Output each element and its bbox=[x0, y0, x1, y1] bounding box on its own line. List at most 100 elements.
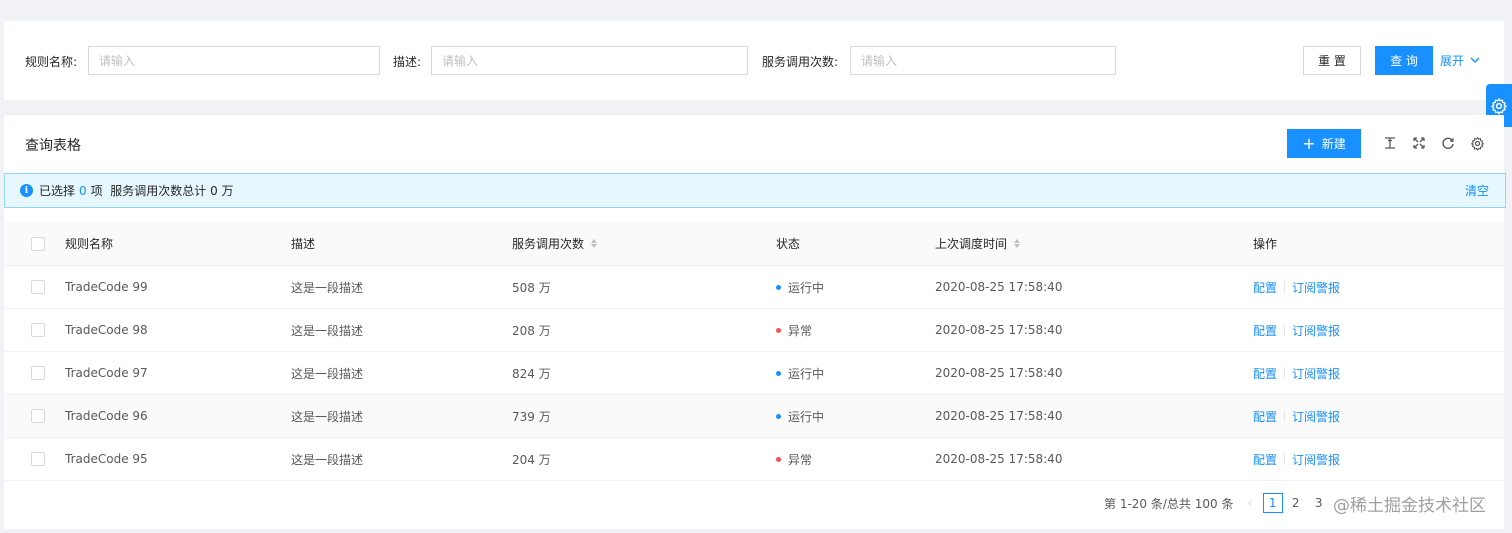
page-item-3[interactable]: 3 bbox=[1309, 493, 1329, 513]
table-row: TradeCode 96 这是一段描述 739 万 运行中 2020-08-25… bbox=[4, 395, 1504, 438]
chevron-left-icon[interactable]: ‹ bbox=[1247, 496, 1252, 511]
description-input[interactable] bbox=[431, 46, 748, 75]
search-form: 规则名称: 描述: 服务调用次数: 重 置 查 询 展开 bbox=[4, 21, 1504, 100]
actions-cell: 配置 订阅警报 bbox=[1253, 395, 1340, 437]
plus-icon: + bbox=[1302, 133, 1316, 153]
subscribe-alert-link[interactable]: 订阅警报 bbox=[1292, 451, 1340, 468]
last-schedule-cell: 2020-08-25 17:58:40 bbox=[935, 366, 1063, 380]
subscribe-alert-link[interactable]: 订阅警报 bbox=[1292, 408, 1340, 425]
table-row: TradeCode 99 这是一段描述 508 万 运行中 2020-08-25… bbox=[4, 266, 1504, 309]
column-setting-icon[interactable] bbox=[1469, 135, 1485, 151]
column-header-desc: 描述 bbox=[291, 237, 316, 251]
action-divider bbox=[1284, 324, 1286, 336]
table-row: TradeCode 97 这是一段描述 824 万 运行中 2020-08-25… bbox=[4, 352, 1504, 395]
reset-button[interactable]: 重 置 bbox=[1303, 46, 1361, 75]
status-cell: 异常 bbox=[776, 309, 812, 351]
new-button[interactable]: + 新建 bbox=[1287, 129, 1361, 158]
query-table-card: 查询表格 + 新建 i 已选择 0 项 服务调用次数总计 0 万 清空 规则名称… bbox=[4, 115, 1506, 529]
info-icon: i bbox=[20, 184, 33, 197]
pagination-total: 第 1-20 条/总共 100 条 bbox=[1104, 496, 1234, 511]
rule-name-cell: TradeCode 99 bbox=[65, 280, 148, 294]
alert-summary: 项 服务调用次数总计 0 万 bbox=[90, 184, 234, 198]
config-link[interactable]: 配置 bbox=[1253, 365, 1277, 382]
column-header-calls-label: 服务调用次数 bbox=[512, 237, 585, 251]
density-icon[interactable] bbox=[1382, 135, 1398, 151]
status-cell: 运行中 bbox=[776, 266, 824, 308]
rule-name-cell: TradeCode 97 bbox=[65, 366, 148, 380]
sort-icon[interactable] bbox=[1014, 239, 1021, 248]
status-text: 运行中 bbox=[788, 366, 825, 381]
action-divider bbox=[1284, 453, 1286, 465]
config-link[interactable]: 配置 bbox=[1253, 279, 1277, 296]
rule-name-cell: TradeCode 96 bbox=[65, 409, 148, 423]
call-count-cell: 824 万 bbox=[512, 366, 551, 381]
rule-name-label: 规则名称: bbox=[25, 55, 78, 69]
subscribe-alert-link[interactable]: 订阅警报 bbox=[1292, 322, 1340, 339]
last-schedule-cell: 2020-08-25 17:58:40 bbox=[935, 409, 1063, 423]
action-divider bbox=[1284, 367, 1286, 379]
column-header-time-label: 上次调度时间 bbox=[935, 237, 1008, 251]
selected-count: 0 bbox=[79, 183, 87, 198]
row-checkbox[interactable] bbox=[31, 366, 45, 380]
page-item-2[interactable]: 2 bbox=[1286, 493, 1306, 513]
config-link[interactable]: 配置 bbox=[1253, 322, 1277, 339]
actions-cell: 配置 订阅警报 bbox=[1253, 352, 1340, 394]
pagination: 第 1-20 条/总共 100 条 ‹ 1 2 3 bbox=[1104, 493, 1332, 513]
query-button[interactable]: 查 询 bbox=[1375, 46, 1433, 75]
last-schedule-cell: 2020-08-25 17:58:40 bbox=[935, 280, 1063, 294]
status-text: 运行中 bbox=[788, 280, 825, 295]
row-checkbox[interactable] bbox=[31, 323, 45, 337]
status-text: 异常 bbox=[788, 452, 813, 467]
status-dot bbox=[776, 327, 781, 333]
actions-cell: 配置 订阅警报 bbox=[1253, 438, 1340, 480]
status-cell: 运行中 bbox=[776, 352, 824, 394]
description-cell: 这是一段描述 bbox=[291, 280, 364, 295]
table-title: 查询表格 bbox=[25, 138, 81, 154]
status-cell: 异常 bbox=[776, 438, 812, 480]
column-header-status: 状态 bbox=[776, 237, 801, 251]
row-checkbox[interactable] bbox=[31, 409, 45, 423]
gear-icon bbox=[1491, 97, 1507, 115]
rule-name-cell: TradeCode 95 bbox=[65, 452, 148, 466]
actions-cell: 配置 订阅警报 bbox=[1253, 266, 1340, 308]
column-header-calls[interactable]: 服务调用次数 bbox=[512, 222, 598, 265]
status-dot bbox=[776, 370, 781, 376]
rule-name-input[interactable] bbox=[88, 46, 380, 75]
sort-icon[interactable] bbox=[591, 239, 598, 248]
watermark: @稀土掘金技术社区 bbox=[1333, 496, 1486, 516]
description-cell: 这是一段描述 bbox=[291, 452, 364, 467]
call-count-label: 服务调用次数: bbox=[762, 55, 839, 69]
selection-alert: i 已选择 0 项 服务调用次数总计 0 万 清空 bbox=[4, 173, 1506, 208]
status-text: 异常 bbox=[788, 323, 813, 338]
subscribe-alert-link[interactable]: 订阅警报 bbox=[1292, 365, 1340, 382]
fullscreen-icon[interactable] bbox=[1411, 135, 1427, 151]
column-header-time[interactable]: 上次调度时间 bbox=[935, 222, 1021, 265]
description-cell: 这是一段描述 bbox=[291, 409, 364, 424]
call-count-input[interactable] bbox=[850, 46, 1116, 75]
status-text: 运行中 bbox=[788, 409, 825, 424]
call-count-cell: 508 万 bbox=[512, 280, 551, 295]
description-cell: 这是一段描述 bbox=[291, 323, 364, 338]
clear-selection-link[interactable]: 清空 bbox=[1465, 182, 1489, 199]
status-dot bbox=[776, 413, 781, 419]
alert-prefix: 已选择 bbox=[39, 184, 76, 198]
column-header-name: 规则名称 bbox=[65, 237, 114, 251]
row-checkbox[interactable] bbox=[31, 452, 45, 466]
expand-toggle[interactable]: 展开 bbox=[1440, 52, 1480, 69]
table-row: TradeCode 95 这是一段描述 204 万 异常 2020-08-25 … bbox=[4, 438, 1504, 481]
table-header: 规则名称 描述 服务调用次数 状态 上次调度时间 操作 bbox=[4, 222, 1504, 266]
reload-icon[interactable] bbox=[1440, 135, 1456, 151]
call-count-cell: 208 万 bbox=[512, 323, 551, 338]
new-label: 新建 bbox=[1321, 137, 1346, 151]
row-checkbox[interactable] bbox=[31, 280, 45, 294]
description-label: 描述: bbox=[393, 55, 422, 69]
subscribe-alert-link[interactable]: 订阅警报 bbox=[1292, 279, 1340, 296]
status-dot bbox=[776, 456, 781, 462]
config-link[interactable]: 配置 bbox=[1253, 408, 1277, 425]
call-count-cell: 204 万 bbox=[512, 452, 551, 467]
select-all-checkbox[interactable] bbox=[31, 236, 45, 251]
rule-name-cell: TradeCode 98 bbox=[65, 323, 148, 337]
config-link[interactable]: 配置 bbox=[1253, 451, 1277, 468]
page-item-1[interactable]: 1 bbox=[1262, 493, 1283, 513]
action-divider bbox=[1284, 410, 1286, 422]
